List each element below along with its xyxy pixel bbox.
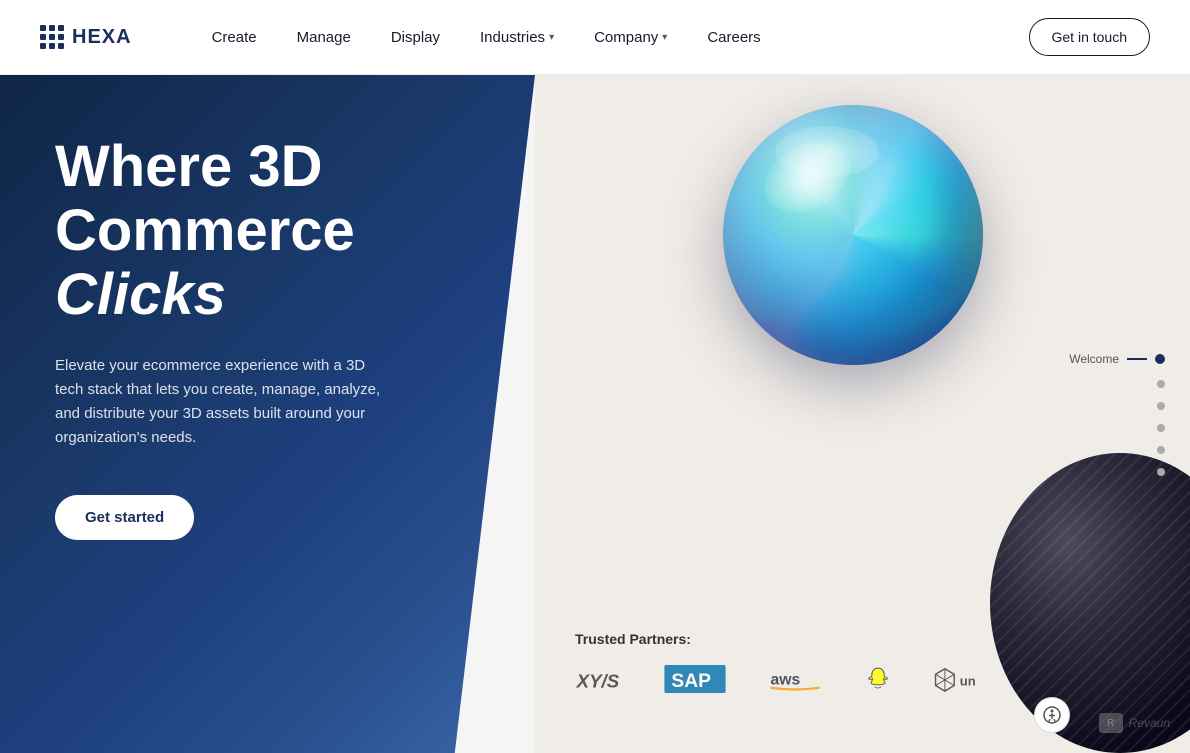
welcome-label: Welcome [1069,352,1119,366]
nav-industries[interactable]: Industries ▾ [480,29,554,46]
watermark-text: Revaun [1129,716,1170,730]
hero-left-panel: Where 3D Commerce Clicks Elevate your ec… [0,75,535,753]
dark-sphere-decoration [990,453,1190,753]
partner-unity: un [931,665,1011,693]
partner-aws: aws [765,665,825,693]
page-navigation-dots: Welcome [1069,352,1165,476]
svg-text:un: un [960,674,976,689]
watermark-icon: R [1099,713,1123,733]
logo[interactable]: HEXA [40,25,132,49]
svg-text:aws: aws [771,671,801,688]
nav-careers[interactable]: Careers [707,29,760,46]
hero-right-panel: Trusted Partners: XY/S SAP [535,75,1190,753]
nav-dot-indicator [1157,446,1165,454]
partner-snapchat [860,665,896,693]
chevron-down-icon: ▾ [549,32,554,43]
nav-dot-indicator [1157,424,1165,432]
nav-display[interactable]: Display [391,29,440,46]
partner-xys: XY/S [575,665,625,693]
hero-title: Where 3D Commerce Clicks [55,135,485,326]
orb-highlight [775,126,879,178]
nav-dot-4[interactable] [1157,424,1165,432]
nav-company[interactable]: Company ▾ [594,29,667,46]
nav-links: Create Manage Display Industries ▾ Compa… [212,29,1029,46]
chevron-down-icon: ▾ [662,32,667,43]
nav-dot-indicator [1157,380,1165,388]
hero-description: Elevate your ecommerce experience with a… [55,354,395,450]
nav-dot-indicator [1157,468,1165,476]
accessibility-button[interactable] [1034,697,1070,733]
nav-create[interactable]: Create [212,29,257,46]
nav-dot-5[interactable] [1157,446,1165,454]
main-nav: HEXA Create Manage Display Industries ▾ … [0,0,1190,75]
nav-dot-2[interactable] [1157,380,1165,388]
watermark: R Revaun [1099,713,1170,733]
dot-line [1127,358,1147,360]
logo-text: HEXA [72,26,132,49]
get-started-button[interactable]: Get started [55,495,194,540]
partner-sap: SAP [660,665,730,693]
3d-orb [723,105,1003,385]
nav-dot-1[interactable] [1155,354,1165,364]
nav-manage[interactable]: Manage [297,29,351,46]
nav-dot-welcome[interactable]: Welcome [1069,352,1165,366]
orb-sphere [723,105,983,365]
hero-section: Where 3D Commerce Clicks Elevate your ec… [0,75,1190,753]
logo-icon [40,25,64,49]
get-in-touch-button[interactable]: Get in touch [1029,18,1151,56]
nav-dot-3[interactable] [1157,402,1165,410]
svg-text:SAP: SAP [671,671,711,692]
nav-dot-indicator [1157,402,1165,410]
nav-dot-6[interactable] [1157,468,1165,476]
svg-text:XY/S: XY/S [576,670,620,691]
